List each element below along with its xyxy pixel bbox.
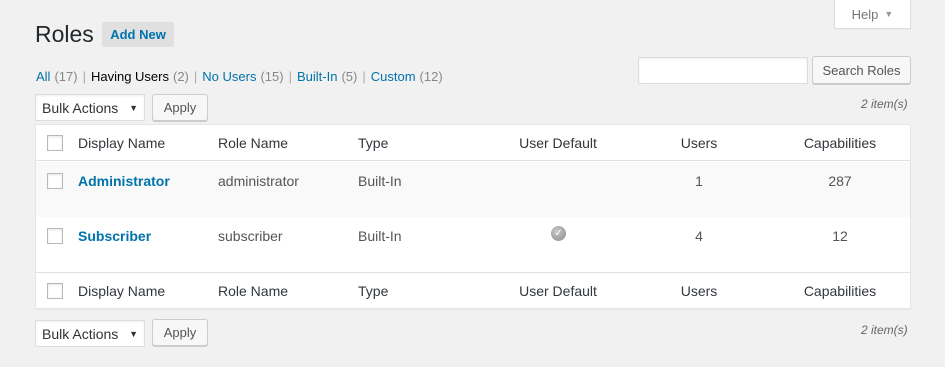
filter-custom-count: (12)	[419, 69, 443, 84]
item-count-top: 2 item(s)	[861, 97, 908, 111]
filter-separator: |	[82, 69, 86, 84]
item-count-bottom: 2 item(s)	[861, 323, 908, 337]
filter-having-users-link[interactable]: Having Users	[91, 69, 169, 85]
column-user-default[interactable]: User Default	[519, 283, 597, 299]
role-capabilities-count: 12	[832, 228, 848, 244]
dropdown-arrow-icon: ▼	[129, 328, 138, 339]
filter-separator: |	[193, 69, 198, 84]
apply-button-bottom[interactable]: Apply	[152, 319, 208, 346]
filter-having-users: Having Users (2) |	[91, 69, 202, 85]
column-capabilities[interactable]: Capabilities	[804, 283, 876, 299]
table-row: Subscriber subscriber Built-In ✓ 4 12	[36, 217, 910, 273]
column-display-name[interactable]: Display Name	[78, 283, 165, 299]
role-name: subscriber	[218, 228, 283, 244]
filter-separator: |	[362, 69, 366, 84]
help-tab[interactable]: Help ▼	[834, 0, 911, 29]
role-filter-links: All (17) | Having Users (2) | No Users (…	[36, 69, 443, 85]
dropdown-arrow-icon: ▼	[129, 102, 138, 113]
role-name: administrator	[218, 173, 299, 189]
filter-built-in-link[interactable]: Built-In	[297, 69, 337, 85]
row-checkbox[interactable]	[47, 228, 63, 244]
role-users-count: 4	[695, 228, 703, 244]
bulk-actions-value: Bulk Actions	[42, 325, 119, 342]
role-type: Built-In	[358, 173, 402, 189]
row-checkbox[interactable]	[47, 173, 63, 189]
filter-no-users-link[interactable]: No Users	[202, 69, 256, 85]
role-display-name-link[interactable]: Subscriber	[78, 228, 151, 244]
filter-all-link[interactable]: All	[36, 69, 50, 85]
role-type: Built-In	[358, 228, 402, 244]
column-role-name[interactable]: Role Name	[218, 283, 288, 299]
filter-no-users: No Users (15) |	[202, 69, 297, 85]
filter-built-in: Built-In (5) |	[297, 69, 371, 85]
check-circle-icon: ✓	[551, 226, 566, 241]
column-capabilities[interactable]: Capabilities	[804, 135, 876, 151]
filter-no-users-count: (15)	[260, 69, 284, 84]
table-header: Display Name Role Name Type User Default…	[36, 125, 910, 161]
select-all-checkbox[interactable]	[47, 135, 63, 151]
bulk-actions-select-bottom[interactable]: Bulk Actions ▼	[35, 320, 145, 347]
table-footer: Display Name Role Name Type User Default…	[36, 272, 910, 308]
apply-button-top[interactable]: Apply	[152, 94, 208, 121]
search-input[interactable]	[638, 57, 808, 84]
filter-custom-link[interactable]: Custom	[371, 69, 416, 85]
page-title: Roles	[35, 21, 94, 47]
role-display-name-link[interactable]: Administrator	[78, 173, 170, 189]
column-users[interactable]: Users	[681, 283, 718, 299]
table-row: Administrator administrator Built-In 1 2…	[36, 162, 910, 217]
roles-table: Display Name Role Name Type User Default…	[35, 124, 911, 309]
column-users[interactable]: Users	[681, 135, 718, 151]
bulk-actions-value: Bulk Actions	[42, 99, 119, 116]
filter-all: All (17) |	[36, 69, 91, 85]
select-all-checkbox[interactable]	[47, 283, 63, 299]
role-users-count: 1	[695, 173, 703, 189]
bulk-actions-select-top[interactable]: Bulk Actions ▼	[35, 94, 145, 121]
filter-custom: Custom (12)	[371, 69, 443, 85]
column-type[interactable]: Type	[358, 135, 388, 151]
chevron-down-icon: ▼	[884, 9, 894, 19]
filter-all-count: (17)	[54, 69, 78, 84]
filter-built-in-count: (5)	[341, 69, 358, 84]
search-roles-button[interactable]: Search Roles	[812, 56, 911, 84]
column-type[interactable]: Type	[358, 283, 388, 299]
add-new-button[interactable]: Add New	[102, 22, 174, 47]
column-display-name[interactable]: Display Name	[78, 135, 165, 151]
column-user-default[interactable]: User Default	[519, 135, 597, 151]
help-label: Help	[851, 6, 879, 22]
role-capabilities-count: 287	[828, 173, 852, 189]
filter-having-users-count: (2)	[173, 69, 189, 84]
column-role-name[interactable]: Role Name	[218, 135, 288, 151]
filter-separator: |	[288, 69, 292, 84]
